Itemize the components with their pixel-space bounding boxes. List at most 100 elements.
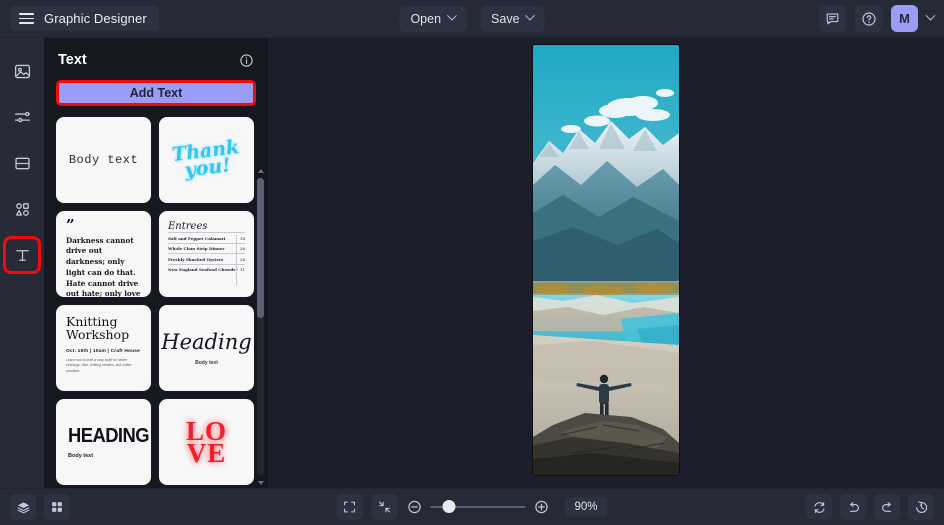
reset-icon <box>813 501 825 513</box>
history-button[interactable] <box>908 494 934 520</box>
canvas-stage[interactable] <box>268 38 944 488</box>
avatar[interactable]: M <box>891 5 918 32</box>
template-heading-script: Heading Body text <box>161 330 251 366</box>
save-button[interactable]: Save <box>480 5 545 32</box>
scrollbar-thumb[interactable] <box>257 178 264 318</box>
comment-icon <box>826 13 839 25</box>
grid-button[interactable] <box>44 494 70 520</box>
images-icon <box>14 64 30 78</box>
bottom-bar: 90% <box>0 488 944 525</box>
quote-text: Darkness cannot drive out darkness; only… <box>66 235 141 298</box>
help-circle-icon <box>861 11 876 26</box>
menu-item-price: 18 <box>239 235 245 241</box>
top-bar: Graphic Designer Open Save M <box>0 0 944 38</box>
help-button[interactable] <box>855 5 882 32</box>
template-card-heading-bold[interactable]: HEADING Body text <box>56 399 151 485</box>
sidebar-item-shapes[interactable] <box>7 194 37 224</box>
thank-you-line2: you! <box>183 154 232 182</box>
sidebar-item-text[interactable] <box>3 236 41 274</box>
menu-item-price: 26 <box>239 246 245 252</box>
menu-row: Whole Clam Strip Dinner 26 <box>168 242 245 254</box>
artboard[interactable] <box>533 45 679 475</box>
template-card-heading-script[interactable]: Heading Body text <box>159 305 254 391</box>
undo-icon <box>849 501 859 512</box>
app-window: Graphic Designer Open Save M Text Add Te… <box>0 0 944 525</box>
zoom-slider-knob[interactable] <box>442 500 456 513</box>
text-icon <box>15 249 29 261</box>
layers-button[interactable] <box>10 494 36 520</box>
template-heading-bold: HEADING Body text <box>56 425 151 459</box>
template-thank-you: Thank you! <box>171 136 242 182</box>
file-actions: Open Save <box>399 5 545 32</box>
sidebar-item-images[interactable] <box>7 56 37 86</box>
template-quote: ” Darkness cannot drive out darkness; on… <box>56 211 151 297</box>
scroll-down-arrow-icon[interactable] <box>257 481 264 485</box>
hamburger-icon[interactable] <box>19 13 34 24</box>
love-line2: VE <box>186 438 227 468</box>
knitting-subtitle: Oct. 15th | 10am | Craft House <box>66 348 140 354</box>
layers-icon <box>17 501 29 513</box>
knitting-heading: Knitting Workshop <box>66 314 130 342</box>
chevron-down-icon <box>525 10 535 21</box>
template-card-quote[interactable]: ” Darkness cannot drive out darkness; on… <box>56 211 151 297</box>
heading-bold-title: HEADING <box>68 425 150 447</box>
scroll-up-arrow-icon[interactable] <box>257 169 264 173</box>
fullscreen-button[interactable] <box>336 494 363 520</box>
menu-item-price: 28 <box>239 256 245 262</box>
template-card-knitting[interactable]: Knitting Workshop Oct. 15th | 10am | Cra… <box>56 305 151 391</box>
template-card-menu[interactable]: Entrees Salt and Pepper Calamari 18 Whol… <box>159 211 254 297</box>
sidebar-item-adjustments[interactable] <box>7 102 37 132</box>
zoom-level-value[interactable]: 90% <box>564 497 608 517</box>
template-body-text: Body text <box>68 153 139 167</box>
menu-row: Freshly Shucked Oysters 28 <box>168 253 245 264</box>
fullscreen-icon <box>344 501 355 513</box>
undo-button[interactable] <box>840 494 866 520</box>
info-icon[interactable] <box>239 53 254 68</box>
quote-mark-icon: ” <box>66 216 75 234</box>
panel-scrollbar[interactable] <box>256 168 265 486</box>
app-menu-button[interactable]: Graphic Designer <box>10 6 159 31</box>
fit-to-screen-button[interactable] <box>371 494 398 520</box>
template-menu: Entrees Salt and Pepper Calamari 18 Whol… <box>159 211 254 297</box>
add-text-button[interactable]: Add Text <box>56 80 256 106</box>
history-controls <box>806 494 934 520</box>
grid-icon <box>52 502 62 512</box>
open-button[interactable]: Open <box>399 5 467 32</box>
chevron-down-icon <box>446 10 457 21</box>
account-chevron-down-icon[interactable] <box>925 10 936 21</box>
template-knitting: Knitting Workshop Oct. 15th | 10am | Cra… <box>56 305 151 391</box>
template-card-thank-you[interactable]: Thank you! <box>159 117 254 203</box>
mountain-beach-photo <box>533 45 679 475</box>
template-list[interactable]: Body text Thank you! ” Darkness cannot d… <box>44 117 268 488</box>
redo-icon <box>881 501 891 512</box>
heading-script-body: Body text <box>195 360 218 366</box>
comment-button[interactable] <box>819 5 846 32</box>
reset-button[interactable] <box>806 494 832 520</box>
template-card-love[interactable]: LO VE <box>159 399 254 485</box>
adjustments-icon <box>14 111 30 122</box>
save-label: Save <box>491 11 520 26</box>
zoom-slider[interactable] <box>406 499 549 515</box>
tool-rail <box>0 38 44 488</box>
template-grid: Body text Thank you! ” Darkness cannot d… <box>56 117 254 488</box>
menu-divider <box>235 235 236 286</box>
top-right-actions: M <box>819 5 936 32</box>
text-panel: Text Add Text Body text Thank you! ” Dar… <box>44 38 268 488</box>
main-body: Text Add Text Body text Thank you! ” Dar… <box>0 38 944 488</box>
menu-heading: Entrees <box>168 221 208 232</box>
redo-button[interactable] <box>874 494 900 520</box>
menu-item-name: Freshly Shucked Oysters <box>168 256 224 262</box>
sidebar-item-layout[interactable] <box>7 148 37 178</box>
page-title: Text <box>58 52 87 68</box>
menu-item-price: 11 <box>239 267 245 273</box>
app-title: Graphic Designer <box>44 11 147 26</box>
knitting-body: Learn how to craft a cosy scarf for wint… <box>66 357 132 374</box>
zoom-in-icon[interactable] <box>533 499 549 515</box>
zoom-out-icon[interactable] <box>406 499 422 515</box>
menu-row: Salt and Pepper Calamari 18 <box>168 232 245 243</box>
zoom-slider-track[interactable] <box>430 500 526 513</box>
template-card-body-text[interactable]: Body text <box>56 117 151 203</box>
template-love: LO VE <box>186 417 227 468</box>
menu-item-name: Salt and Pepper Calamari <box>168 235 226 241</box>
panel-header: Text <box>44 38 268 76</box>
